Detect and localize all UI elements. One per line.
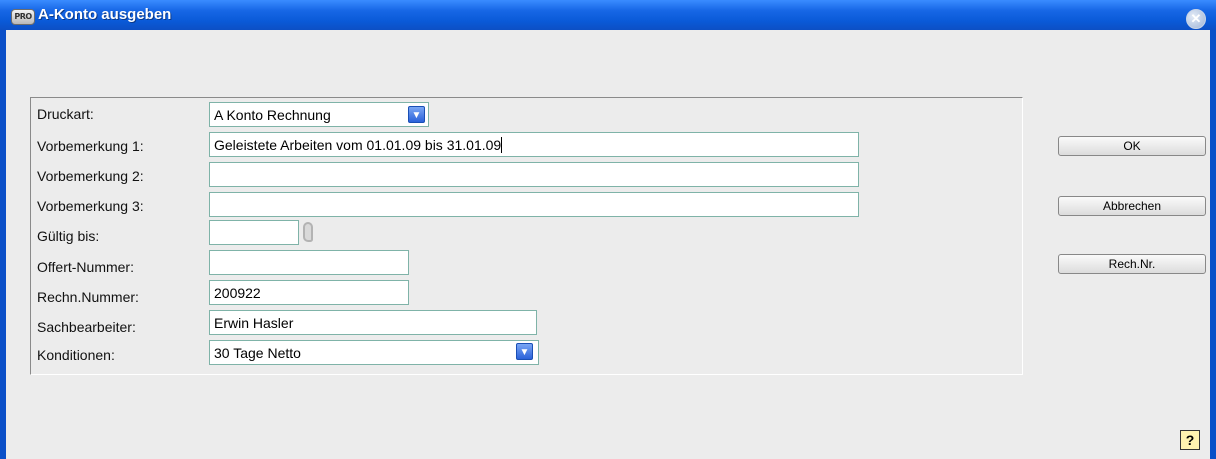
konditionen-label: Konditionen: <box>37 347 115 363</box>
window-title: A-Konto ausgeben <box>38 6 172 23</box>
rech-nr-button[interactable]: Rech.Nr. <box>1058 254 1206 274</box>
rechn-nummer-label: Rechn.Nummer: <box>37 289 139 305</box>
offert-nummer-input[interactable] <box>209 250 409 275</box>
rechn-nummer-value: 200922 <box>214 285 261 301</box>
window-border-left <box>0 30 6 459</box>
konditionen-value: 30 Tage Netto <box>214 345 301 361</box>
vorbemerkung3-input[interactable] <box>209 192 859 217</box>
app-icon: PRO <box>11 9 35 25</box>
vorbemerkung1-label: Vorbemerkung 1: <box>37 138 144 154</box>
druckart-value: A Konto Rechnung <box>214 107 331 123</box>
ok-button-label: OK <box>1123 139 1141 153</box>
druckart-select[interactable]: A Konto Rechnung <box>209 102 429 127</box>
abbrechen-button-label: Abbrechen <box>1102 199 1162 213</box>
title-bar[interactable]: PRO A-Konto ausgeben ✕ <box>0 0 1216 30</box>
sachbearbeiter-value: Erwin Hasler <box>214 315 294 331</box>
offert-nummer-label: Offert-Nummer: <box>37 259 134 275</box>
dialog-window: PRO A-Konto ausgeben ✕ Druckart: A Konto… <box>0 0 1216 459</box>
vorbemerkung2-input[interactable] <box>209 162 859 187</box>
konditionen-select[interactable]: 30 Tage Netto <box>209 340 539 365</box>
vorbemerkung2-label: Vorbemerkung 2: <box>37 168 144 184</box>
druckart-dropdown-icon[interactable]: ▼ <box>408 106 425 123</box>
sachbearbeiter-label: Sachbearbeiter: <box>37 319 136 335</box>
konditionen-dropdown-icon[interactable]: ▼ <box>516 343 533 360</box>
vorbemerkung3-label: Vorbemerkung 3: <box>37 198 144 214</box>
vorbemerkung1-input[interactable]: Geleistete Arbeiten vom 01.01.09 bis 31.… <box>209 132 859 157</box>
abbrechen-button[interactable]: Abbrechen <box>1058 196 1206 216</box>
vorbemerkung1-value: Geleistete Arbeiten vom 01.01.09 bis 31.… <box>214 137 502 153</box>
ok-button[interactable]: OK <box>1058 136 1206 156</box>
help-label: ? <box>1185 432 1195 448</box>
druckart-label: Druckart: <box>37 106 94 122</box>
rechn-nummer-input[interactable]: 200922 <box>209 280 409 305</box>
gueltig-bis-input[interactable] <box>209 220 299 245</box>
text-caret <box>501 137 503 153</box>
rech-nr-button-label: Rech.Nr. <box>1108 257 1156 271</box>
date-picker-icon[interactable] <box>303 222 313 242</box>
gueltig-bis-label: Gültig bis: <box>37 228 100 244</box>
help-icon[interactable]: ? <box>1180 430 1200 450</box>
window-border-right <box>1210 30 1216 459</box>
sachbearbeiter-input[interactable]: Erwin Hasler <box>209 310 537 335</box>
close-icon[interactable]: ✕ <box>1186 9 1206 29</box>
